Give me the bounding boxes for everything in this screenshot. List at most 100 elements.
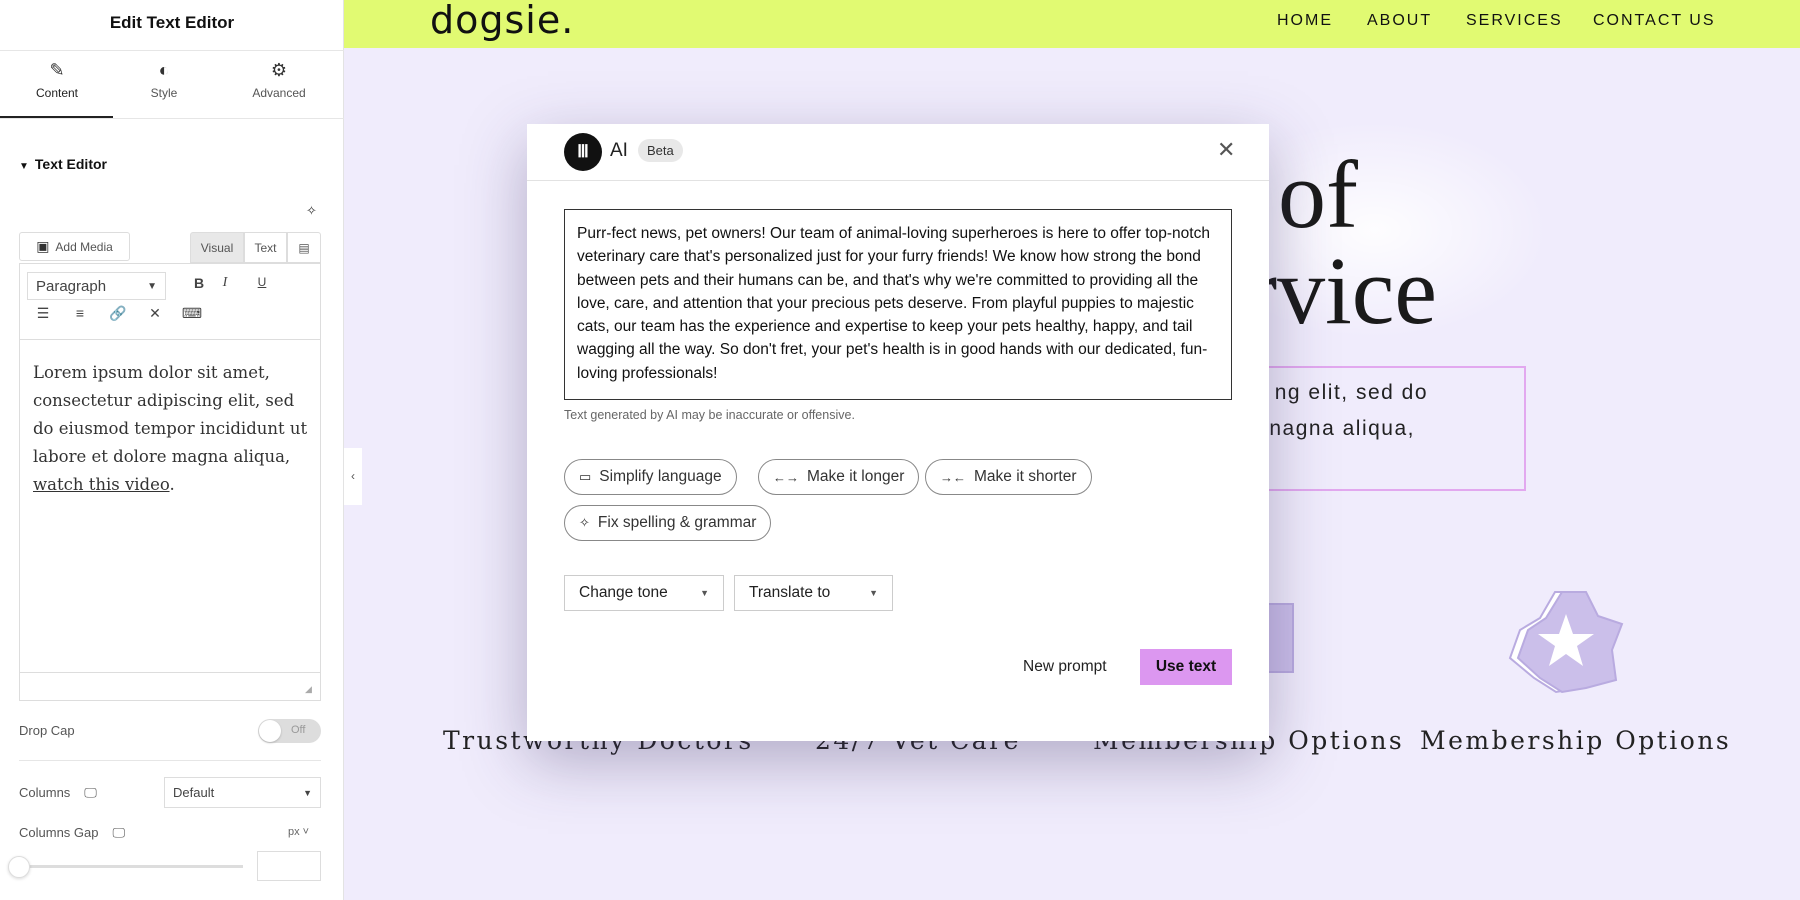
chevron-down-icon: ▼ <box>303 787 312 798</box>
nav-about[interactable]: ABOUT <box>1367 12 1432 30</box>
fullscreen-icon[interactable]: ✕ <box>143 305 167 322</box>
editor-panel: Edit Text Editor ✎ Content ◐ Style ⚙ Advanc… <box>0 0 344 900</box>
speech-bubble-icon: ▭ <box>579 469 592 484</box>
visual-tab[interactable]: Visual <box>190 232 244 263</box>
hero-heading-line2: rvice <box>1245 237 1437 344</box>
desktop-icon[interactable]: 🖵 <box>84 785 97 800</box>
nav-contact[interactable]: CONTACT US <box>1593 12 1716 30</box>
tab-label: Style <box>150 86 178 100</box>
bold-icon[interactable]: B <box>187 275 211 291</box>
columns-label: Columns 🖵 <box>19 785 97 801</box>
chevron-down-icon: ▼ <box>869 588 878 598</box>
format-value: Paragraph <box>36 277 107 295</box>
unit-value: px <box>288 826 300 838</box>
link-icon[interactable]: 🔗 <box>106 305 130 322</box>
site-logo[interactable]: dogsie. <box>430 0 574 42</box>
desktop-icon[interactable]: 🖵 <box>112 825 125 840</box>
dialog-title: AI <box>610 140 628 161</box>
keyboard-icon[interactable]: ⌨ <box>180 305 204 322</box>
fix-spelling-chip[interactable]: ✧ Fix spelling & grammar <box>564 505 772 541</box>
nav-services[interactable]: SERVICES <box>1466 12 1563 30</box>
close-icon[interactable]: ✕ <box>1217 137 1235 163</box>
use-text-button[interactable]: Use text <box>1140 649 1232 685</box>
collapse-panel-button[interactable]: ‹ <box>344 448 362 505</box>
pencil-icon: ✎ <box>49 60 65 80</box>
toggle-state: Off <box>291 724 306 736</box>
resize-handle-icon[interactable]: ◢ <box>305 684 312 695</box>
new-prompt-button[interactable]: New prompt <box>1023 649 1107 685</box>
widget-line: nagna aliqua, <box>1269 417 1415 440</box>
columns-gap-slider[interactable] <box>18 865 243 868</box>
unit-select[interactable]: px ˅ <box>288 826 309 838</box>
contrast-icon: ◐ <box>158 60 170 80</box>
ai-dialog: Ⅲ AI Beta ✕ Purr-fect news, pet owners! … <box>527 124 1269 741</box>
add-media-label: Add Media <box>55 239 113 254</box>
widget-line: ng elit, sed do <box>1274 381 1428 404</box>
chip-label: Make it longer <box>807 468 905 485</box>
star-badge-icon <box>1508 591 1624 694</box>
simplify-language-chip[interactable]: ▭ Simplify language <box>564 459 737 495</box>
beta-badge: Beta <box>638 139 683 162</box>
section-title: Text Editor <box>34 156 107 172</box>
tab-label: Content <box>35 86 79 100</box>
underline-icon[interactable]: U <box>250 275 274 289</box>
tab-label: Advanced <box>252 86 306 100</box>
site-header: dogsie. HOME ABOUT SERVICES CONTACT US <box>344 0 1800 48</box>
widget-text: ng elit, sed do nagna aliqua, <box>1269 375 1428 447</box>
chip-label: Simplify language <box>599 468 722 485</box>
chip-label: Make it shorter <box>974 468 1077 485</box>
tab-content[interactable]: ✎ Content <box>0 60 114 100</box>
make-shorter-chip[interactable]: →← Make it shorter <box>925 459 1092 495</box>
translate-select[interactable]: Translate to ▼ <box>734 575 893 611</box>
slider-handle[interactable] <box>8 856 30 878</box>
nav-home[interactable]: HOME <box>1277 12 1333 30</box>
disclaimer: Text generated by AI may be inaccurate o… <box>564 408 855 422</box>
feature-label: Membership Options <box>1420 726 1732 755</box>
toggle-knob <box>259 720 281 742</box>
chevron-down-icon: ▼ <box>700 588 709 598</box>
hero-heading-line1: of <box>1278 141 1358 248</box>
columns-select[interactable]: Default ▼ <box>164 777 321 808</box>
divider <box>0 118 344 119</box>
bullet-list-icon[interactable]: ☰ <box>31 305 55 322</box>
tab-style[interactable]: ◐ Style <box>107 60 221 100</box>
section-toggle-text-editor[interactable]: ▼ Text Editor <box>19 156 107 172</box>
chip-label: Fix spelling & grammar <box>597 514 757 531</box>
media-icon: ▣ <box>36 238 50 254</box>
expand-arrows-icon: ←→ <box>773 469 799 485</box>
select-label: Translate to <box>749 584 831 601</box>
italic-icon[interactable]: I <box>213 275 237 291</box>
generated-text-area[interactable]: Purr-fect news, pet owners! Our team of … <box>564 209 1232 400</box>
drop-cap-toggle[interactable]: Off <box>258 719 321 743</box>
format-select[interactable]: Paragraph ▼ <box>27 272 166 300</box>
caret-down-icon: ▼ <box>19 161 29 172</box>
drop-cap-label: Drop Cap <box>19 723 75 738</box>
gear-icon: ⚙ <box>270 60 288 80</box>
divider <box>20 672 320 673</box>
change-tone-select[interactable]: Change tone ▼ <box>564 575 724 611</box>
columns-gap-label-text: Columns Gap <box>19 825 99 840</box>
columns-label-text: Columns <box>19 785 71 800</box>
columns-gap-input[interactable] <box>257 851 321 881</box>
text-tab[interactable]: Text <box>244 232 287 263</box>
text-editor[interactable]: Paragraph ▼ B I U ☰ ≡ 🔗 ✕ ⌨ Lorem ipsum d… <box>19 263 321 701</box>
ai-sparkle-icon[interactable]: ✧ <box>306 203 317 219</box>
chevron-down-icon: ▼ <box>147 280 157 292</box>
editor-content[interactable]: Lorem ipsum dolor sit amet, consectetur … <box>33 359 313 499</box>
tab-advanced[interactable]: ⚙ Advanced <box>222 60 336 100</box>
toolbar-toggle-icon[interactable]: ▤ <box>287 232 321 263</box>
content-end: . <box>169 475 175 494</box>
select-label: Change tone <box>579 584 668 601</box>
make-longer-chip[interactable]: ←→ Make it longer <box>758 459 920 495</box>
elementor-logo-icon: Ⅲ <box>564 133 602 171</box>
dialog-header: Ⅲ AI Beta ✕ <box>527 124 1269 181</box>
columns-gap-label: Columns Gap 🖵 <box>19 825 125 841</box>
sparkle-icon: ✧ <box>579 515 590 530</box>
editor-toolbar: Paragraph ▼ B I U ☰ ≡ 🔗 ✕ ⌨ <box>20 264 320 340</box>
add-media-button[interactable]: ▣ Add Media <box>19 232 130 261</box>
content-text: Lorem ipsum dolor sit amet, consectetur … <box>33 363 308 466</box>
numbered-list-icon[interactable]: ≡ <box>68 305 92 321</box>
divider <box>19 760 321 761</box>
columns-value: Default <box>173 785 215 800</box>
content-link[interactable]: watch this video <box>33 475 170 494</box>
